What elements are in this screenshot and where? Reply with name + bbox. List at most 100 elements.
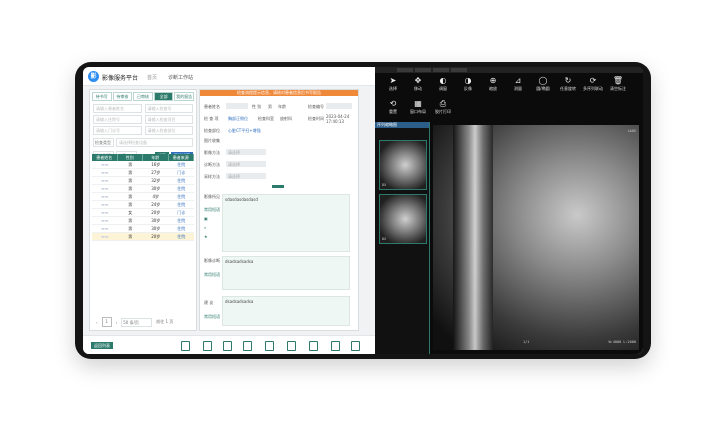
table-row[interactable]: ▬▬ 男 30岁 住院 [92, 217, 194, 225]
col-patient-name[interactable]: 患者姓名 [92, 154, 118, 161]
series-thumb-1[interactable]: DX [379, 140, 427, 190]
tool-rotate[interactable]: ↻ 任意旋转 [556, 76, 580, 92]
cell: 男 [128, 178, 133, 183]
tool-ruler[interactable]: ⊿ 测量 [506, 76, 530, 92]
tool-contrast[interactable]: ◐ 调窗 [431, 76, 455, 92]
next-page-icon[interactable]: › [116, 320, 118, 325]
toolbar-icon-4[interactable] [243, 341, 252, 351]
series-thumb-2[interactable]: DX [379, 194, 427, 244]
cell-name: ▬▬ [100, 226, 109, 231]
table-row[interactable]: ▬▬ 男 27岁 门诊 [92, 169, 194, 177]
tool-print[interactable]: ⎙ 胶片打印 [431, 99, 455, 115]
tab-my-reports[interactable]: 我的报告 [174, 92, 194, 101]
toolbar-icon-7[interactable] [309, 341, 318, 351]
top-bar: 影 影像服务平台 首页 诊断工作站 [83, 67, 383, 86]
viewer-tab-2[interactable] [415, 68, 431, 72]
inpatient-no-input[interactable]: 请输入住院号 [93, 115, 142, 124]
toolbar-icon-8[interactable] [331, 341, 340, 351]
page-size-select[interactable]: 50 条/页 [121, 317, 153, 327]
modality-select[interactable]: 请选择检查设备 [116, 138, 193, 147]
name-value [226, 103, 248, 109]
tool-invert[interactable]: ◑ 反像 [456, 76, 480, 92]
table-row[interactable]: ▬▬ 男 30岁 住院 [92, 185, 194, 193]
desc-template-link[interactable]: 常用短语 [204, 207, 220, 213]
tool-trash[interactable]: 🗑 清空标注 [606, 76, 630, 92]
prev-page-icon[interactable]: ‹ [96, 320, 98, 325]
table-row[interactable]: ▬▬ 男 20岁 住院 [92, 233, 194, 241]
print-icon[interactable]: ▣ [204, 216, 208, 221]
cursor-icon: ➤ [389, 76, 397, 85]
cell-name: ▬▬ [100, 202, 109, 207]
search-icon[interactable]: ⌕ [204, 225, 208, 230]
cell-name: ▬▬ [100, 234, 109, 239]
report-form-panel: 检查流程提示信息，请核对患者信息后书写报告 患者姓名 性 别 男 年龄 检查编号… [199, 89, 359, 331]
worklist-tabs: 待书写 待审核 已审核 全部 我的报告 [90, 90, 196, 103]
exam-item-input[interactable]: 请输入检查项目 [144, 115, 193, 124]
thumb-1-label: DX [382, 183, 387, 187]
table-row[interactable]: ▬▬ 男 4岁 住院 [92, 193, 194, 201]
name-label: 患者姓名 [204, 104, 220, 109]
page-jump[interactable]: 前往 1 页 [156, 319, 173, 325]
advice-textarea[interactable]: dsadsadsadsa [222, 296, 350, 326]
col-gender[interactable]: 性别 [118, 154, 143, 161]
col-source[interactable]: 患者来源 [169, 154, 194, 161]
body-part-input[interactable]: 请输入检查部位 [144, 126, 193, 135]
toolbar-icon-1[interactable] [181, 341, 190, 351]
xray-spine [453, 125, 493, 350]
tab-all[interactable]: 全部 [153, 92, 174, 101]
app-brand: 影像服务平台 [102, 75, 139, 82]
table-row[interactable]: ▬▬ 男 30岁 住院 [92, 225, 194, 233]
breadcrumb-current[interactable]: 诊断工作站 [168, 74, 193, 81]
breadcrumb-home[interactable]: 首页 [147, 74, 157, 81]
advice-template-link[interactable]: 常用短语 [204, 314, 220, 320]
table-row[interactable]: ▬▬ 男 16岁 住院 [92, 161, 194, 169]
viewer-tab-4[interactable] [451, 68, 467, 72]
toolbar-icon-6[interactable] [287, 341, 296, 351]
tool-zoom[interactable]: ⊕ 缩放 [481, 76, 505, 92]
image-viewer: ➤ 选择 ✥ 移动 ◐ 调窗 ◑ 反像 ⊕ 缩放 ⊿ 测量 ◯ 圆/椭圆 ↻ 任意旋转 ⟳ 多序列联动 🗑 清空标注 … [375, 67, 643, 354]
tool-sync[interactable]: ⟳ 多序列联动 [581, 76, 605, 92]
cell: 门诊 [177, 170, 186, 175]
back-to-list-button[interactable]: 返回列表 [91, 342, 113, 349]
cell: 20岁 [151, 234, 161, 239]
tool-label: 反像 [464, 86, 472, 91]
table-row[interactable]: ▬▬ 男 32岁 住院 [92, 177, 194, 185]
col-age[interactable]: 年龄 [143, 154, 169, 161]
cell: 门诊 [177, 210, 186, 215]
tab-reviewed[interactable]: 已审核 [133, 92, 153, 101]
conclusion-textarea[interactable]: dsadsadsadsa [222, 256, 350, 290]
viewer-tab-3[interactable] [433, 68, 449, 72]
tool-label: 选择 [389, 86, 397, 91]
ruler-icon: ⊿ [514, 76, 522, 85]
overlay-position: 1/1 [523, 340, 530, 344]
patient-name-input[interactable]: 请输入患者姓名 [93, 104, 142, 113]
exam-no-input[interactable]: 请输入检查号 [144, 104, 193, 113]
notice-banner: 检查流程提示信息，请核对患者信息后书写报告 [200, 90, 358, 96]
page-number[interactable]: 1 [101, 317, 112, 327]
tool-move[interactable]: ✥ 移动 [406, 76, 430, 92]
toolbar-icon-2[interactable] [203, 341, 212, 351]
conclusion-template-link[interactable]: 常用短语 [204, 272, 220, 278]
tab-pending-write[interactable]: 待书写 [92, 92, 112, 101]
star-icon[interactable]: ★ [204, 234, 208, 239]
outpatient-no-input[interactable]: 请输入门诊号 [93, 126, 142, 135]
collapse-handle[interactable] [272, 185, 284, 188]
tab-pending-review[interactable]: 待审核 [112, 92, 133, 101]
table-row[interactable]: ▬▬ 男 24岁 住院 [92, 201, 194, 209]
viewer-tab-1[interactable] [397, 68, 413, 72]
toolbar-icon-3[interactable] [223, 341, 232, 351]
toolbar-icon-9[interactable] [351, 341, 360, 351]
image-collect-checkbox[interactable]: 图片收集 [204, 138, 220, 144]
tool-cursor[interactable]: ➤ 选择 [381, 76, 405, 92]
cell: 住院 [177, 234, 186, 239]
toolbar-icon-5[interactable] [265, 341, 274, 351]
field-method-placeholder: 请选择 [228, 150, 240, 155]
tool-ellipse[interactable]: ◯ 圆/椭圆 [531, 76, 555, 92]
xray-image[interactable]: LAUS W:4000 L:2000 1/1 [433, 125, 639, 350]
table-row[interactable]: ▬▬ 女 20岁 门诊 [92, 209, 194, 217]
tool-reset[interactable]: ⟲ 重置 [381, 99, 405, 115]
desc-textarea[interactable]: sdasdasdasdasd [222, 194, 350, 252]
tool-layout[interactable]: ▦ 窗口布局 [406, 99, 430, 115]
series-title: 序列缩略图 [375, 122, 429, 128]
overlay-right: LAUS [627, 129, 636, 133]
